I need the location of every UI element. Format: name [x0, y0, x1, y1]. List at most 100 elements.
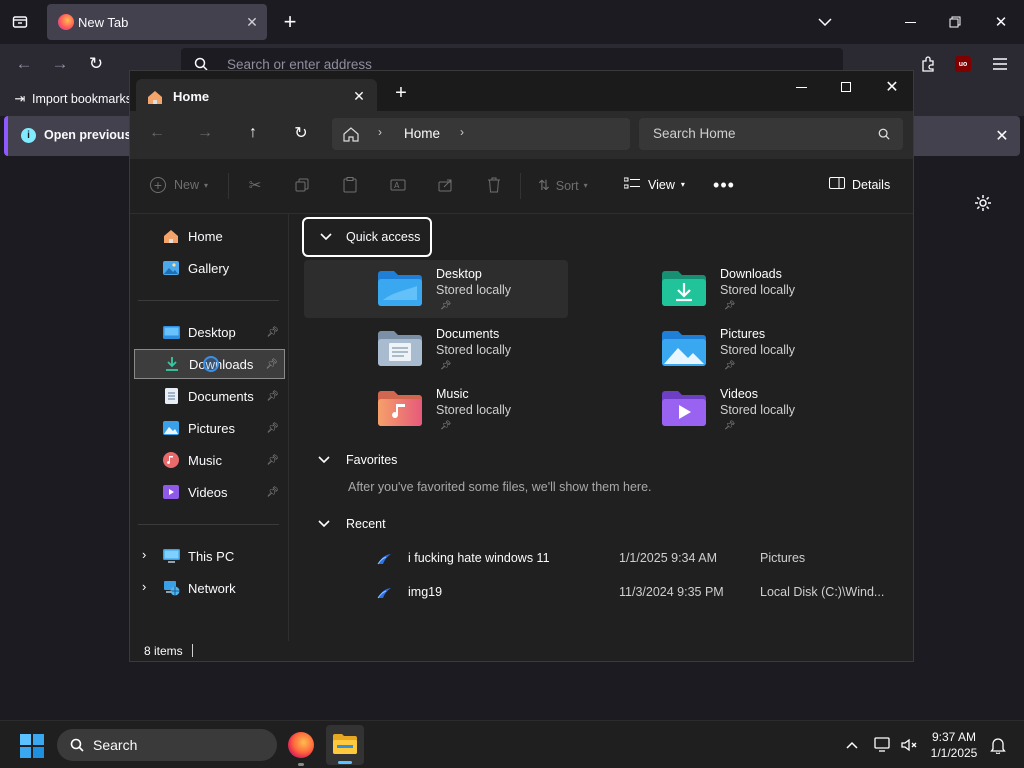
recent-row[interactable]: img19 11/3/2024 9:35 PM Local Disk (C:)\…	[374, 578, 914, 608]
new-tab-button[interactable]: +	[392, 82, 410, 104]
videos-icon	[162, 483, 180, 501]
refresh-icon[interactable]: ↻	[291, 123, 311, 143]
tab-title: Home	[173, 89, 210, 104]
rename-icon[interactable]: A	[389, 176, 407, 194]
settings-gear-icon[interactable]	[972, 192, 994, 214]
recent-row[interactable]: i fucking hate windows 11 1/1/2025 9:34 …	[374, 544, 914, 574]
up-arrow-icon[interactable]: ↑	[243, 123, 263, 143]
minimize-icon[interactable]	[791, 77, 811, 97]
nav-label: Network	[188, 580, 236, 596]
browser-tab-new-tab[interactable]: New Tab ✕	[47, 4, 267, 40]
folder-icon	[333, 734, 357, 754]
view-button[interactable]: View ▾	[623, 177, 685, 192]
close-notification-icon[interactable]: ✕	[992, 126, 1012, 146]
nav-item-this-pc[interactable]: › This PC	[134, 541, 285, 571]
nav-item-home[interactable]: Home	[134, 221, 285, 251]
forward-arrow-icon[interactable]: →	[50, 54, 70, 74]
quick-access-header[interactable]: Quick access	[302, 217, 432, 257]
delete-icon[interactable]	[485, 176, 503, 194]
search-input[interactable]: Search Home	[639, 118, 903, 150]
restore-icon[interactable]	[945, 12, 965, 32]
cut-icon[interactable]: ✂	[246, 176, 264, 194]
folder-name: Downloads	[720, 267, 782, 281]
pin-icon[interactable]: 📌︎	[266, 455, 279, 466]
info-icon: i	[21, 128, 36, 143]
recent-header[interactable]: Recent	[318, 517, 386, 531]
share-icon[interactable]	[437, 176, 455, 194]
section-label: Quick access	[346, 230, 421, 244]
chevron-right-icon[interactable]: ›	[460, 125, 464, 139]
nav-item-desktop[interactable]: Desktop 📌︎	[134, 317, 285, 347]
file-explorer-taskbar-button[interactable]	[326, 725, 364, 765]
folder-desktop[interactable]: Desktop Stored locally 📌︎	[304, 260, 568, 318]
firefox-taskbar-icon[interactable]	[288, 732, 314, 758]
chevron-up-icon[interactable]	[842, 735, 862, 755]
clock[interactable]: 9:37 AM 1/1/2025	[926, 729, 982, 761]
chevron-right-icon[interactable]: ›	[142, 547, 146, 562]
new-tab-button[interactable]: +	[280, 9, 300, 34]
file-location: Pictures	[760, 551, 806, 565]
pin-icon[interactable]: 📌︎	[266, 487, 279, 498]
menu-icon[interactable]	[990, 54, 1010, 74]
minimize-icon[interactable]	[900, 12, 920, 32]
copy-icon[interactable]	[293, 176, 311, 194]
more-options-icon[interactable]: •••	[712, 173, 736, 197]
nav-item-videos[interactable]: Videos 📌︎	[134, 477, 285, 507]
close-tab-icon[interactable]: ✕	[243, 13, 261, 31]
search-placeholder: Search Home	[653, 126, 736, 141]
ublock-origin-icon[interactable]: uo	[955, 56, 971, 72]
list-all-tabs-icon[interactable]	[815, 12, 835, 32]
import-bookmarks-label: Import bookmarks	[32, 92, 133, 106]
folder-videos[interactable]: Videos Stored locally 📌︎	[588, 380, 852, 438]
gallery-icon	[162, 259, 180, 277]
folder-documents[interactable]: Documents Stored locally 📌︎	[304, 320, 568, 378]
forward-arrow-icon[interactable]: →	[195, 123, 215, 143]
back-arrow-icon[interactable]: ←	[147, 123, 167, 143]
import-bookmarks-button[interactable]: ⇥ Import bookmarks	[12, 91, 132, 107]
file-date: 1/1/2025 9:34 AM	[619, 551, 717, 565]
taskbar-search[interactable]: Search	[57, 729, 277, 761]
details-button[interactable]: Details	[829, 177, 890, 192]
notifications-bell-icon[interactable]	[988, 735, 1008, 755]
nav-item-downloads[interactable]: Downloads 📌︎	[134, 349, 285, 379]
chevron-down-icon	[318, 517, 330, 531]
tab-list-icon[interactable]	[10, 12, 30, 32]
nav-label: Gallery	[188, 260, 230, 276]
nav-item-music[interactable]: Music 📌︎	[134, 445, 285, 475]
browser-tab-bar: New Tab ✕ + ✕	[0, 0, 1024, 44]
close-tab-icon[interactable]: ✕	[350, 87, 368, 105]
sort-button[interactable]: ⇅ Sort ▾	[538, 177, 588, 194]
folder-music[interactable]: Music Stored locally 📌︎	[304, 380, 568, 438]
folder-pictures[interactable]: Pictures Stored locally 📌︎	[588, 320, 852, 378]
reload-icon[interactable]: ↻	[86, 54, 106, 74]
pin-icon: 📌︎	[440, 300, 452, 310]
nav-item-pictures[interactable]: Pictures 📌︎	[134, 413, 285, 443]
nav-item-gallery[interactable]: Gallery	[134, 253, 285, 283]
documents-folder-icon	[378, 330, 422, 366]
favorites-empty-text: After you've favorited some files, we'll…	[348, 480, 652, 494]
music-folder-icon	[378, 390, 422, 426]
pin-icon[interactable]: 📌︎	[265, 359, 278, 370]
favorites-header[interactable]: Favorites	[318, 453, 397, 467]
paste-icon[interactable]	[341, 176, 359, 194]
nav-divider	[138, 300, 279, 301]
close-window-icon[interactable]: ✕	[991, 12, 1011, 32]
close-window-icon[interactable]: ✕	[882, 77, 902, 97]
folder-downloads[interactable]: Downloads Stored locally 📌︎	[588, 260, 852, 318]
new-button[interactable]: + New ▾	[150, 177, 208, 193]
breadcrumb[interactable]: › Home ›	[332, 118, 630, 150]
maximize-icon[interactable]	[836, 77, 856, 97]
volume-muted-icon[interactable]	[899, 735, 919, 755]
nav-item-documents[interactable]: Documents 📌︎	[134, 381, 285, 411]
extensions-icon[interactable]	[918, 54, 938, 74]
chevron-right-icon[interactable]: ›	[142, 579, 146, 594]
pin-icon[interactable]: 📌︎	[266, 423, 279, 434]
pin-icon: 📌︎	[440, 420, 452, 430]
back-arrow-icon[interactable]: ←	[14, 54, 34, 74]
start-button[interactable]	[20, 734, 44, 758]
nav-item-network[interactable]: › Network	[134, 573, 285, 603]
pin-icon[interactable]: 📌︎	[266, 391, 279, 402]
pin-icon[interactable]: 📌︎	[266, 327, 279, 338]
breadcrumb-home[interactable]: Home	[404, 126, 440, 141]
network-status-icon[interactable]	[873, 735, 893, 755]
